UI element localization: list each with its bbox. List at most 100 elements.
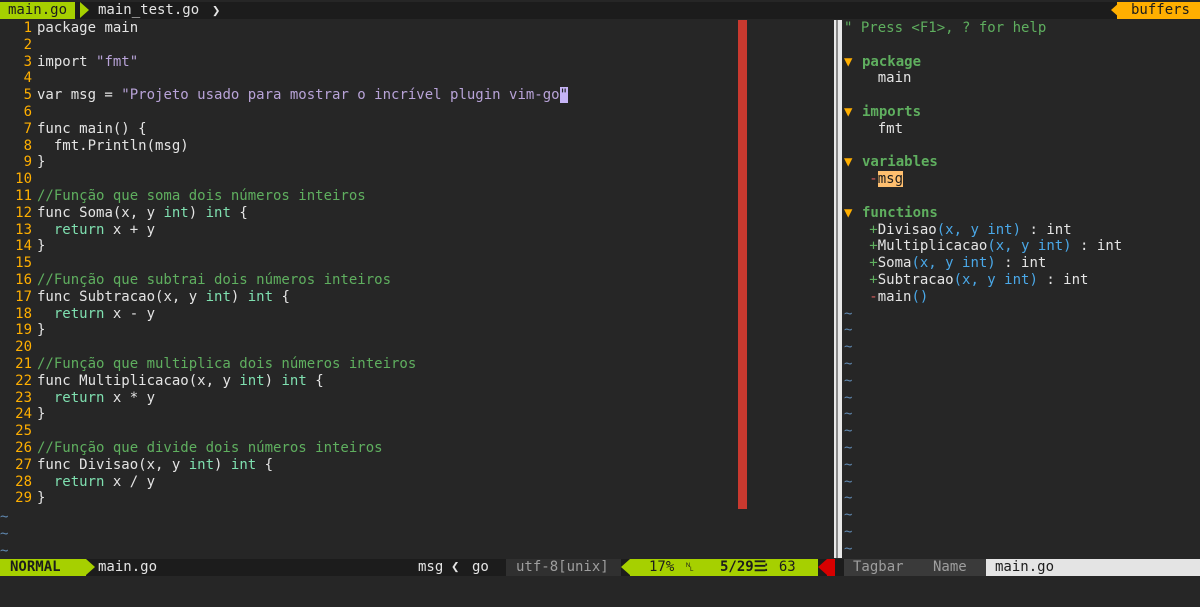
code-token: int [188,456,215,473]
code-line[interactable] [37,255,737,272]
code-line[interactable]: } [37,406,737,423]
code-line[interactable]: func Divisao(x, y int) int { [37,457,737,474]
empty-line-marker: ~ [844,322,853,339]
code-token: //Função que soma dois números inteiros [37,187,366,204]
tagbar-item-return-type: : int [1071,238,1123,255]
fold-arrow-icon[interactable]: ▼ [844,205,862,222]
tagbar-item[interactable]: main [844,70,1200,87]
code-line[interactable]: fmt.Println(msg) [37,138,737,155]
empty-line-marker: ~ [844,439,853,456]
code-token: return [37,305,113,322]
code-line[interactable]: var msg = "Projeto usado para mostrar o … [37,87,737,104]
code-line[interactable]: func Multiplicacao(x, y int) int { [37,373,737,390]
code-line[interactable] [37,104,737,121]
vertical-split-line [836,20,838,558]
buffers-label[interactable]: buffers [1116,2,1200,19]
status-encoding: utf-8[unix] [516,559,609,575]
fold-arrow-icon[interactable]: ▼ [844,154,862,171]
line-number: 15 [15,255,32,272]
code-area[interactable]: package main import "fmt" var msg = "Proje… [37,20,737,507]
code-token: ) [188,204,206,221]
line-number: 20 [15,339,32,356]
code-line[interactable]: func main() { [37,121,737,138]
line-number: 16 [15,271,32,288]
code-token: x / y [112,473,156,490]
tagbar-item[interactable]: fmt [844,121,1200,138]
tabline: main.go main_test.go ❯ buffers [0,2,1200,19]
code-line[interactable]: //Função que divide dois números inteiro… [37,440,737,457]
code-line[interactable]: } [37,238,737,255]
code-line[interactable] [37,339,737,356]
status-current-tag: msg [418,559,444,575]
code-line[interactable] [37,37,737,54]
code-token: { [230,204,248,221]
fold-arrow-icon[interactable]: ▼ [844,104,862,121]
mode-separator-arrow [86,559,95,575]
code-token: int [205,204,231,221]
tab-separator-arrow [80,2,89,18]
tagbar-section-variables[interactable]: ▼ variables [844,154,1200,171]
code-line[interactable]: return x - y [37,306,737,323]
code-line[interactable]: } [37,154,737,171]
tagbar-item[interactable]: -main() [844,289,1200,306]
code-line[interactable] [37,171,737,188]
tagbar-item[interactable]: +Divisao(x, y int) : int [844,222,1200,239]
tab-main-go[interactable]: main.go [0,2,76,19]
tagbar-item-return-type: : int [995,255,1047,272]
empty-line-marker: ~ [844,473,853,490]
empty-line-marker: ~ [844,490,853,507]
text-cursor: " [559,87,569,104]
empty-line-marker: ~ [844,406,853,423]
empty-line-marker: ~ [844,305,853,322]
code-line[interactable]: } [37,322,737,339]
code-line[interactable]: func Subtracao(x, y int) int { [37,289,737,306]
line-number: 26 [15,439,32,456]
tagbar-pane[interactable]: " Press <F1>, ? for help ▼ package main ▼ im… [844,20,1200,558]
tagbar-item-signature: (x, y int) [911,255,996,272]
code-line[interactable]: return x / y [37,474,737,491]
tagbar-sort-mode: Name [933,559,967,575]
tagbar-item[interactable]: +Multiplicacao(x, y int) : int [844,238,1200,255]
tagbar-item[interactable]: -msg [844,171,1200,188]
tagbar-item-signature: () [911,288,929,305]
code-line[interactable]: return x + y [37,222,737,239]
line-number: 23 [15,389,32,406]
code-token: x * y [112,389,156,406]
line-number: 6 [23,103,32,120]
code-token: main [104,20,139,36]
code-line[interactable]: package main [37,20,737,37]
line-number-gutter: 1 2 3 4 5 6 7 8 9 10 11 12 13 14 15 16 17 18 19 20 21 22 23 24 2… [0,20,32,507]
warning-separator-arrow [818,559,827,575]
public-visibility-icon: + [869,238,878,255]
code-line[interactable] [37,423,737,440]
code-line[interactable]: func Soma(x, y int) int { [37,205,737,222]
code-line[interactable]: return x * y [37,390,737,407]
code-line[interactable]: import "fmt" [37,54,737,71]
fold-arrow-icon[interactable]: ▼ [844,54,862,71]
tagbar-section-package[interactable]: ▼ package [844,54,1200,71]
line-number-icon: ␤ [685,560,695,574]
empty-line-marker: ~ [0,542,9,559]
code-line[interactable]: //Função que multiplica dois números int… [37,356,737,373]
code-line[interactable]: } [37,490,737,507]
tagbar-item[interactable]: +Soma(x, y int) : int [844,255,1200,272]
editor-pane[interactable]: 1 2 3 4 5 6 7 8 9 10 11 12 13 14 15 16 17 18 19 20 21 22 23 24 2… [0,20,834,559]
tagbar-blank-line [844,188,1200,205]
tagbar-item[interactable]: +Subtracao(x, y int) : int [844,272,1200,289]
tagbar-item-name: Multiplicacao [877,238,988,255]
tagbar-section-functions[interactable]: ▼ functions [844,205,1200,222]
code-token: Subtracao(x, y [79,288,206,305]
tab-main-test-go[interactable]: main_test.go [90,2,207,19]
tagbar-item-signature: (x, y int) [953,271,1038,288]
tagbar-section-imports[interactable]: ▼ imports [844,104,1200,121]
code-line[interactable]: //Função que soma dois números inteiros [37,188,737,205]
line-number: 12 [15,204,32,221]
tagbar-item-name: Divisao [877,221,937,238]
code-token: } [37,406,46,423]
line-number: 19 [15,322,32,339]
code-line[interactable] [37,70,737,87]
code-token: } [37,238,46,255]
tagbar-status-label: Tagbar [853,559,904,575]
code-line[interactable]: //Função que subtrai dois números inteir… [37,272,737,289]
tagbar-status-file: main.go [995,559,1055,575]
